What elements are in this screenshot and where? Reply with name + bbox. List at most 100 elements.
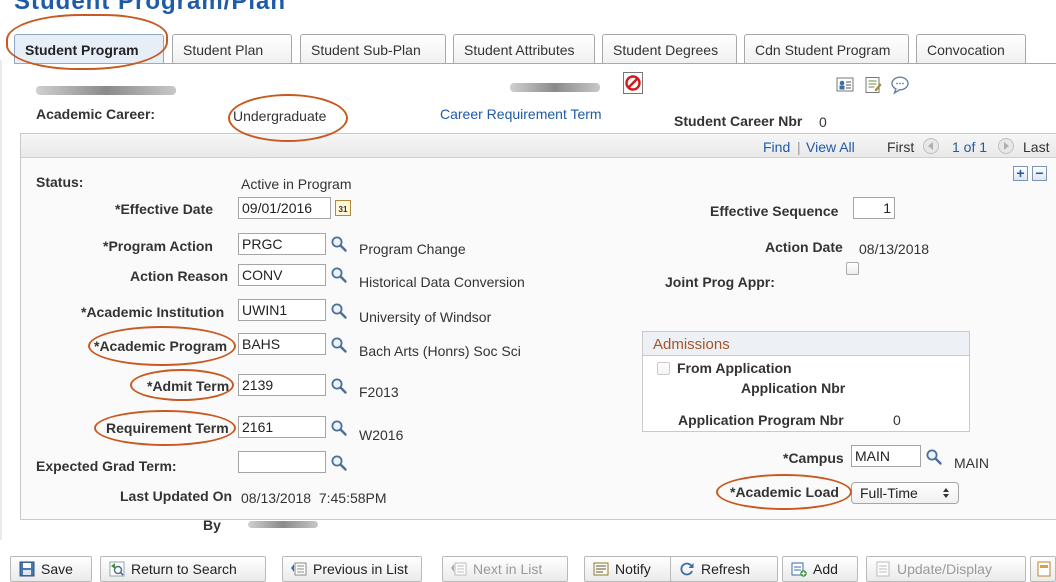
joint-prog-appr-label: Joint Prog Appr:: [665, 274, 775, 290]
last-updated-value: 08/13/2018 7:45:58PM: [241, 490, 387, 506]
academic-institution-input[interactable]: UWIN1: [238, 299, 326, 321]
expected-grad-term-search-icon[interactable]: [330, 454, 348, 472]
campus-label: *Campus: [783, 450, 844, 466]
action-reason-input[interactable]: CONV: [238, 264, 326, 286]
program-action-label: *Program Action: [103, 238, 213, 254]
first-label: First: [887, 139, 915, 155]
no-entry-icon: [623, 72, 643, 94]
effective-sequence-label: Effective Sequence: [710, 203, 839, 219]
student-career-nbr-value: 0: [819, 114, 827, 130]
career-requirement-term-link[interactable]: Career Requirement Term: [440, 106, 602, 122]
effective-sequence-input[interactable]: 1: [853, 197, 895, 219]
student-career-nbr-label: Student Career Nbr: [674, 113, 803, 129]
add-icon: [791, 562, 807, 577]
expected-grad-term-label: Expected Grad Term:: [36, 458, 177, 474]
last-updated-label: Last Updated On: [120, 488, 233, 504]
save-button[interactable]: Save: [10, 556, 92, 582]
campus-description: MAIN: [954, 455, 989, 471]
campus-search-icon[interactable]: [925, 448, 943, 466]
academic-career-label: Academic Career:: [36, 106, 156, 122]
add-label: Add: [813, 561, 838, 577]
return-to-search-icon: [109, 561, 125, 577]
requirement-term-input[interactable]: 2161: [238, 416, 326, 438]
next-in-list-label: Next in List: [473, 561, 543, 577]
notify-label: Notify: [615, 561, 651, 577]
nav-separator: |: [797, 139, 801, 155]
tab-student-program[interactable]: Student Program: [14, 34, 164, 64]
action-reason-label: Action Reason: [130, 268, 229, 284]
academic-load-label: *Academic Load: [730, 484, 839, 500]
action-reason-search-icon[interactable]: [330, 266, 348, 284]
requirement-term-label: Requirement Term: [106, 420, 229, 436]
last-label: Last: [1023, 139, 1050, 155]
next-arrow-icon[interactable]: [997, 137, 1015, 155]
admit-term-search-icon[interactable]: [330, 377, 348, 395]
find-link[interactable]: Find: [763, 139, 790, 155]
previous-in-list-button[interactable]: Previous in List: [282, 556, 422, 582]
action-reason-description: Historical Data Conversion: [359, 274, 525, 290]
effective-date-input[interactable]: 09/01/2016: [238, 197, 331, 219]
previous-arrow-icon[interactable]: [922, 137, 940, 155]
return-to-search-button[interactable]: Return to Search: [100, 556, 266, 582]
document-icon: [1037, 561, 1051, 577]
page-title: Student Program/Plan: [14, 0, 287, 15]
application-program-nbr-value: 0: [893, 412, 901, 428]
notify-button[interactable]: Notify: [584, 556, 674, 582]
joint-prog-appr-checkbox[interactable]: [846, 262, 859, 275]
delete-row-button[interactable]: −: [1032, 166, 1047, 181]
redacted-id: [510, 83, 600, 92]
requirement-term-search-icon[interactable]: [330, 419, 348, 437]
academic-load-select[interactable]: Full-Time: [851, 482, 959, 504]
tab-cdn-student-program[interactable]: Cdn Student Program: [744, 34, 909, 64]
action-date-value: 08/13/2018: [859, 241, 930, 257]
admit-term-input[interactable]: 2139: [238, 374, 326, 396]
update-display-button[interactable]: Update/Display: [866, 556, 1026, 582]
return-to-search-label: Return to Search: [131, 561, 237, 577]
calendar-icon[interactable]: 31: [335, 200, 351, 216]
program-action-input[interactable]: PRGC: [238, 233, 326, 255]
status-label: Status:: [36, 174, 84, 190]
academic-institution-label: *Academic Institution: [81, 304, 225, 320]
academic-program-search-icon[interactable]: [330, 336, 348, 354]
person-list-icon[interactable]: [836, 76, 856, 94]
redacted-user: [248, 521, 318, 528]
view-all-link[interactable]: View All: [806, 139, 855, 155]
comment-icon[interactable]: [890, 75, 910, 95]
tab-convocation[interactable]: Convocation: [916, 34, 1026, 64]
next-in-list-icon: [451, 562, 467, 576]
update-display-icon: [876, 561, 890, 577]
program-action-search-icon[interactable]: [330, 235, 348, 253]
tabs-baseline: [14, 63, 1056, 64]
add-row-button[interactable]: +: [1013, 166, 1028, 181]
page-toolbar: Save Return to Search Previous in List N…: [0, 552, 1056, 582]
refresh-button[interactable]: Refresh: [670, 556, 778, 582]
academic-institution-description: University of Windsor: [359, 309, 492, 325]
add-button[interactable]: Add: [782, 556, 858, 582]
application-program-nbr-label: Application Program Nbr: [678, 412, 844, 428]
application-nbr-label: Application Nbr: [741, 380, 846, 396]
next-in-list-button[interactable]: Next in List: [442, 556, 568, 582]
tab-student-degrees[interactable]: Student Degrees: [602, 34, 737, 64]
tab-student-attributes[interactable]: Student Attributes: [453, 34, 595, 64]
academic-program-input[interactable]: BAHS: [238, 333, 326, 355]
by-label: By: [203, 517, 221, 533]
tab-student-sub-plan[interactable]: Student Sub-Plan: [300, 34, 446, 64]
redacted-name: [36, 86, 176, 95]
more-toolbar-button[interactable]: [1030, 556, 1056, 582]
expected-grad-term-input[interactable]: [238, 451, 326, 473]
notepad-icon[interactable]: [864, 76, 882, 94]
notify-icon: [593, 562, 609, 576]
academic-career-value: Undergraduate: [233, 108, 327, 124]
campus-input[interactable]: MAIN: [851, 445, 921, 467]
select-arrows-icon: [943, 488, 949, 498]
from-application-checkbox[interactable]: [657, 362, 670, 375]
status-value: Active in Program: [241, 176, 352, 192]
admissions-header: Admissions: [643, 332, 969, 356]
tab-student-plan[interactable]: Student Plan: [172, 34, 292, 64]
from-application-label: From Application: [677, 360, 792, 376]
academic-institution-search-icon[interactable]: [330, 302, 348, 320]
previous-in-list-icon: [291, 562, 307, 576]
admit-term-description: F2013: [359, 384, 399, 400]
refresh-label: Refresh: [701, 561, 751, 577]
effective-date-label: *Effective Date: [115, 201, 214, 217]
